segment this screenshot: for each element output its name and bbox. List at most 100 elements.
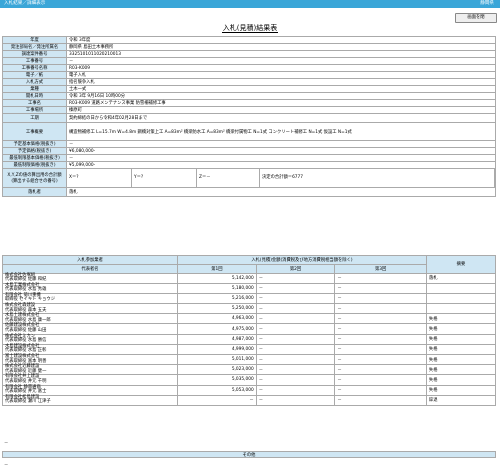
bidder-cell: 有限会社 静南通商 代表取締役 井元 富士 <box>1 384 179 396</box>
info-value: 3325101011020210013 <box>66 50 496 58</box>
info-value: 電子入札 <box>66 71 496 79</box>
bid-remark: 失格 <box>425 364 497 376</box>
info-row: 年度 令和 3年度 <box>2 36 496 44</box>
info-label: 最低制限基本価格(税抜き) <box>2 154 67 162</box>
bid-footer-dash: － <box>4 441 9 446</box>
page-title: 入札(見積)結果表 <box>221 24 279 33</box>
info-label: 年度 <box>2 36 67 44</box>
bid-remark: 失格 <box>425 313 497 325</box>
info-value: 静岡県 島田土木事務所 <box>66 43 496 51</box>
bid-remark: 失格 <box>425 333 497 345</box>
bid-row: 水島工業株式会社 代表取締役 水島 秀雄 5,180,000 －－ <box>1 282 497 294</box>
bid-header-row: 入札参加業者 入札(見積)金額(消費税及び地方消費税相当額を除く) 摘要 <box>1 255 497 274</box>
info-label: 工期 <box>2 113 67 123</box>
bid-row: 有限会社 静南通商 代表取締役 井元 富士 5,053,000 －－失格 <box>1 384 497 396</box>
xyz-note: 決定の合計額＝6777 <box>260 169 495 187</box>
info-row: 工事概要 構造物補修工 L=15.7m W=4.8m 鋼橋対策上工 A=83m² … <box>2 122 496 141</box>
bid-r2: － <box>255 384 336 396</box>
bid-company-header: 入札参加業者 <box>1 255 179 265</box>
bid-row: 佐藤建設株式会社 代表取締役 佐藤 山田 4,975,000 －－失格 <box>1 323 497 335</box>
info-value: 指名競争入札 <box>66 78 496 86</box>
info-row: 工事名 R03-K009 道路メンテナンス事業 防雪柵補修工事 <box>2 99 496 107</box>
info-row: 開札日時 令和 3年 9月16日 10時00分 <box>2 92 496 100</box>
bidder-cell: 水島建設株式会社 代表取締役 水島 正彰 <box>1 343 179 356</box>
bid-r3: － <box>334 353 427 366</box>
bid-row: 水島建設株式会社 代表取締役 水島 正彰 4,999,000 －－失格 <box>1 343 497 356</box>
bidder-cell: 株式会社佐塚組 代表取締役 佐藤 和紀 <box>1 272 179 284</box>
info-label: 発注部局名／発注所属名 <box>2 43 67 51</box>
bid-r2: － <box>255 282 336 294</box>
bid-r2: － <box>255 323 336 335</box>
bid-remark: 失格 <box>425 353 497 366</box>
info-row: X,Y,Zの値の算出用の合計額 (算出する組合せの番号) X＝? Y＝? Z＝－ 決定の合… <box>2 168 496 188</box>
bid-r2: － <box>255 343 336 356</box>
round1-header: 第1回 <box>177 263 257 274</box>
info-row: 最低制限価格(税抜き) ¥5,099,000- <box>2 161 496 169</box>
bid-r3: － <box>334 272 427 284</box>
bid-remark: 辞退 <box>425 394 497 406</box>
close-screen-button[interactable]: 画面を閉 <box>455 13 497 23</box>
info-value: R03-K009 <box>66 64 496 72</box>
bidder-representative: 代表取締役 佐藤 和紀 <box>5 277 47 283</box>
bid-r3: － <box>334 303 427 315</box>
bid-remark <box>425 282 497 294</box>
info-value: ¥5,099,000- <box>66 161 496 169</box>
info-value: － <box>66 140 496 148</box>
bid-r2: － <box>255 292 336 305</box>
bid-r1: 4,999,000 <box>177 343 257 356</box>
bid-r3: － <box>334 333 427 345</box>
bid-r3: － <box>334 323 427 335</box>
bid-r2: － <box>255 394 336 406</box>
xyz-sub-label: (算出する組合せの番号) <box>11 179 58 184</box>
info-label: 落札者 <box>2 187 67 197</box>
bid-row: 株式会社近藤建設 代表取締役 近藤 健一 5,023,000 －－失格 <box>1 364 497 376</box>
bid-row: 株式会社ミカン 代表取締役 水島 勝信 4,987,000 －－失格 <box>1 333 497 345</box>
bid-r2: － <box>255 313 336 325</box>
bid-r1: 5,011,000 <box>177 353 257 366</box>
info-value: 契約締結の日から令和4年02月28日まで <box>66 113 496 123</box>
bid-r3: － <box>334 394 427 406</box>
info-label: 開札日時 <box>2 92 67 100</box>
info-row: 工事番号－ <box>2 57 496 65</box>
info-row: 最低制限基本価格(税抜き) － <box>2 154 496 162</box>
bid-r1: 5,142,000 <box>177 272 257 284</box>
bid-remark <box>425 303 497 315</box>
info-label: 工事番号名称 <box>2 64 67 72</box>
bidder-representative: 代表取締役 井元 千明 <box>5 378 47 384</box>
bid-row: 有限会社 菊川重機 取締役 セイキト キョウジ 5,216,000 －－ <box>1 292 497 305</box>
bidder-representative: 代表取締役 瀬川 江津子 <box>5 399 51 405</box>
other-section-dash: － <box>4 463 9 468</box>
bid-subheader-row: 代表者名 第1回 第2回 第3回 <box>1 263 496 274</box>
bid-r2: － <box>255 272 336 284</box>
bidder-cell: 佐藤建設株式会社 代表取締役 佐藤 山田 <box>1 323 179 335</box>
bid-rep-header: 代表者名 <box>1 263 179 274</box>
info-label: 工事概要 <box>2 122 67 141</box>
info-value: ¥6,080,000- <box>66 147 496 155</box>
bidder-cell: 有限会社井上建設 代表取締役 井元 千明 <box>1 374 179 386</box>
info-value: X＝? Y＝? Z＝－ 決定の合計額＝6777 <box>66 168 496 188</box>
bid-r2: － <box>255 364 336 376</box>
bidder-cell: 株式会社ミカン 代表取締役 水島 勝信 <box>1 333 179 345</box>
bid-remark: 失格 <box>425 323 497 335</box>
bid-r1: 4,963,000 <box>177 313 257 325</box>
info-label: 予定基本価格(税抜き) <box>2 140 67 148</box>
bid-r1: 5,035,000 <box>177 374 257 386</box>
bid-row: 株式会社森建設 代表取締役 森本 五夫 5,250,000 －－ <box>1 303 497 315</box>
info-value: 落札 <box>66 187 496 197</box>
bid-remark <box>425 292 497 305</box>
info-row: 予定基本価格(税抜き) － <box>2 140 496 148</box>
info-row: 予定価格(税抜き) ¥6,080,000- <box>2 147 496 155</box>
xyz-grid: X＝? Y＝? Z＝－ 決定の合計額＝6777 <box>67 169 495 187</box>
bid-r3: － <box>334 364 427 376</box>
bid-r3: － <box>334 374 427 386</box>
top-header-bar: 入札結果／詳細表示 静岡県 <box>0 0 500 8</box>
round3-header: 第3回 <box>334 263 427 274</box>
bid-row: 富士建設株式会社 代表取締役 富本 明善 5,011,000 －－失格 <box>1 353 497 366</box>
bid-remark: 失格 <box>425 384 497 396</box>
bid-r3: － <box>334 384 427 396</box>
info-value: － <box>66 154 496 162</box>
bid-r1: 5,180,000 <box>177 282 257 294</box>
bid-r1: 5,023,000 <box>177 364 257 376</box>
bid-r1: 4,987,000 <box>177 333 257 345</box>
info-label: 入札方式 <box>2 78 67 86</box>
